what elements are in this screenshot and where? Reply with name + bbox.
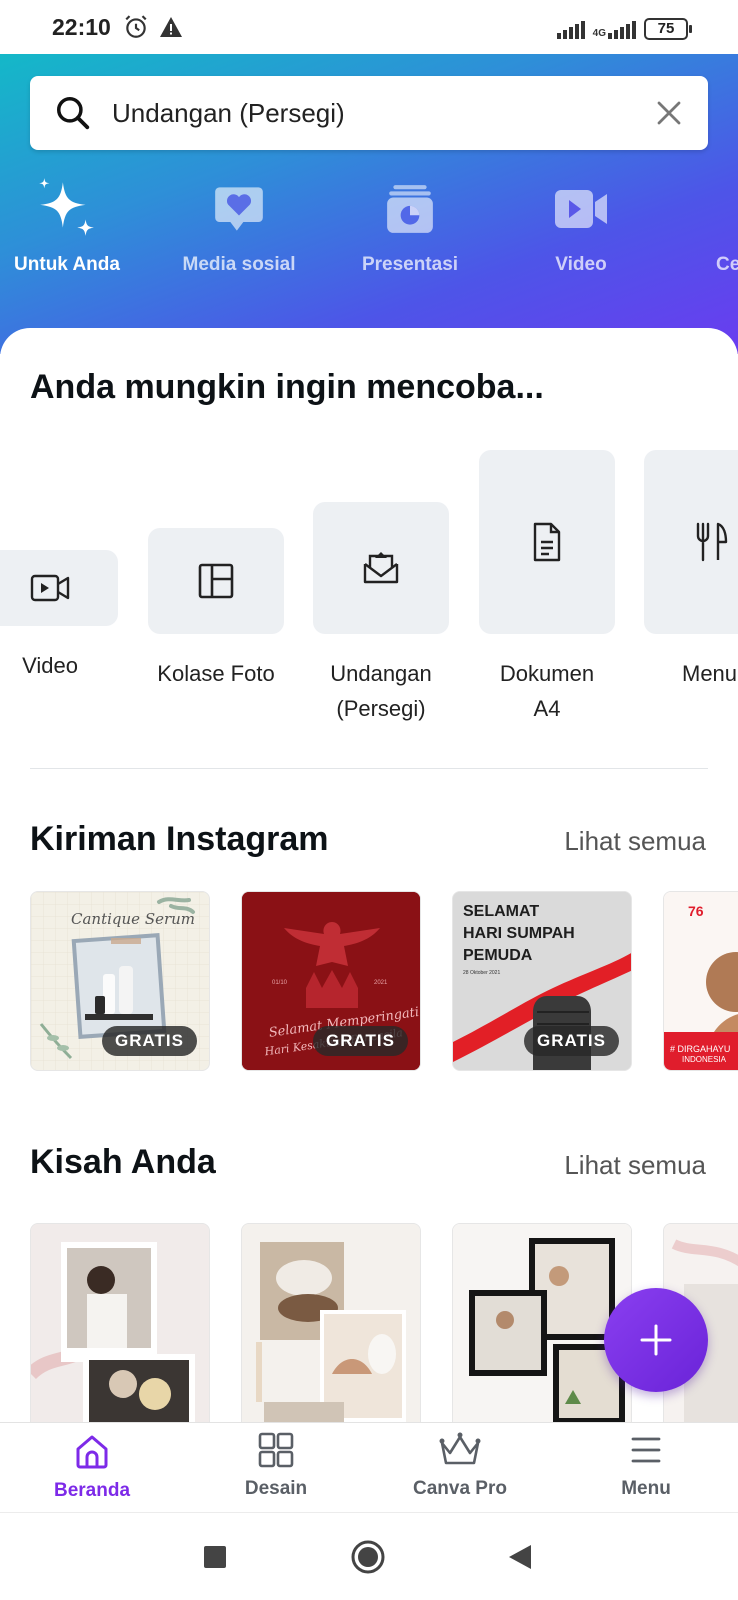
story-2[interactable] <box>241 1223 421 1443</box>
grid-icon <box>258 1432 294 1468</box>
tab-untuk-anda[interactable]: Untuk Anda <box>0 174 142 276</box>
nav-desain[interactable]: Desain <box>184 1431 368 1500</box>
collage-icon <box>198 563 234 599</box>
back-button-icon[interactable] <box>507 1543 533 1571</box>
try-item-undangan[interactable]: Undangan (Persegi) <box>313 502 449 726</box>
instagram-post-4[interactable]: 76 # DIRGAHAYU INDONESIA <box>663 891 738 1071</box>
video-icon <box>30 574 70 602</box>
gratis-badge: GRATIS <box>102 1026 197 1056</box>
android-navigation-bar <box>0 1512 738 1600</box>
instagram-post-1[interactable]: Cantique Serum GRATIS <box>30 891 210 1071</box>
post-3-text-2: HARI SUMPAH <box>463 925 575 942</box>
try-item-video[interactable]: Video <box>0 550 118 683</box>
home-button-icon[interactable] <box>350 1539 386 1575</box>
create-design-fab[interactable] <box>604 1288 708 1392</box>
post-3-date: 28 Oktober 2021 <box>463 970 500 976</box>
tab-video[interactable]: Video <box>506 174 656 276</box>
signal-2-icon <box>608 19 636 39</box>
post-1-text: Cantique Serum <box>71 910 196 928</box>
sparkle-icon <box>39 178 94 236</box>
post-2-date-left: 01/10 <box>272 980 288 986</box>
tab-media-sosial[interactable]: Media sosial <box>164 174 314 276</box>
gratis-badge: GRATIS <box>524 1026 619 1056</box>
gratis-badge: GRATIS <box>313 1026 408 1056</box>
nav-menu[interactable]: Menu <box>554 1431 738 1500</box>
video-camera-icon <box>555 190 607 228</box>
header: Undangan (Persegi) Untuk Anda Media sosi… <box>0 54 738 354</box>
main-content: Anda mungkin ingin mencoba... Video Kola… <box>0 328 738 1443</box>
plus-icon <box>640 1324 672 1356</box>
battery-icon: 75 <box>644 18 692 40</box>
hamburger-icon <box>631 1437 661 1463</box>
alarm-icon <box>125 15 147 38</box>
try-item-dokumen-label: Dokumen A4 <box>499 661 595 721</box>
try-item-kolase-foto[interactable]: Kolase Foto <box>148 528 284 691</box>
category-tabs: Untuk Anda Media sosial Presentasi Video… <box>0 174 738 294</box>
instagram-post-3[interactable]: SELAMAT HARI SUMPAH PEMUDA 28 Oktober 20… <box>452 891 632 1071</box>
instagram-title: Kiriman Instagram <box>30 820 329 858</box>
network-type: 4G <box>592 28 606 39</box>
post-4-text-3: INDONESIA <box>682 1055 727 1064</box>
fork-knife-icon <box>696 522 728 562</box>
presentation-chart-icon <box>387 185 433 233</box>
tab-partial[interactable]: Ce <box>676 174 738 276</box>
story-1[interactable] <box>30 1223 210 1443</box>
signal-icon <box>556 19 585 39</box>
heart-chat-icon <box>215 187 263 231</box>
instagram-post-2[interactable]: 01/10 2021 Selamat Memperingati Hari Kes… <box>241 891 421 1071</box>
home-icon <box>76 1435 108 1469</box>
stories-see-all-link[interactable]: Lihat semua <box>564 1150 706 1181</box>
nav-canva-pro[interactable]: Canva Pro <box>368 1431 552 1500</box>
status-time: 22:10 <box>52 13 111 40</box>
search-bar[interactable]: Undangan (Persegi) <box>30 76 708 150</box>
status-bar: 22:10 4G 75 <box>0 0 738 54</box>
envelope-icon <box>363 552 399 584</box>
search-icon <box>57 97 90 130</box>
warning-icon <box>159 17 182 37</box>
post-4-text-1: 76 <box>688 903 704 919</box>
try-item-dokumen-a4[interactable]: Dokumen A4 <box>479 450 615 726</box>
story-1-image <box>31 1224 209 1442</box>
search-input[interactable]: Undangan (Persegi) <box>112 98 654 129</box>
clear-icon[interactable] <box>654 98 684 128</box>
post-3-text-3: PEMUDA <box>463 947 533 964</box>
tab-presentasi[interactable]: Presentasi <box>335 174 485 276</box>
post-3-text-1: SELAMAT <box>463 903 539 920</box>
try-item-menu[interactable]: Menu <box>644 450 738 691</box>
document-icon <box>533 522 561 562</box>
nav-beranda[interactable]: Beranda <box>0 1431 184 1502</box>
divider <box>30 768 708 769</box>
recent-apps-icon[interactable] <box>203 1545 227 1569</box>
try-section-title: Anda mungkin ingin mencoba... <box>30 368 544 406</box>
try-item-undangan-label: Undangan (Persegi) <box>330 661 432 721</box>
story-2-image <box>242 1224 420 1442</box>
partial-category-icon <box>726 184 738 234</box>
post-4-text-2: # DIRGAHAYU <box>670 1044 730 1054</box>
post-2-date-right: 2021 <box>374 980 388 986</box>
post-4-image: 76 # DIRGAHAYU INDONESIA <box>664 892 738 1070</box>
instagram-see-all-link[interactable]: Lihat semua <box>564 826 706 857</box>
stories-title: Kisah Anda <box>30 1143 216 1181</box>
bottom-navigation: Beranda Desain Canva Pro Menu <box>0 1422 738 1512</box>
crown-icon <box>439 1432 481 1465</box>
